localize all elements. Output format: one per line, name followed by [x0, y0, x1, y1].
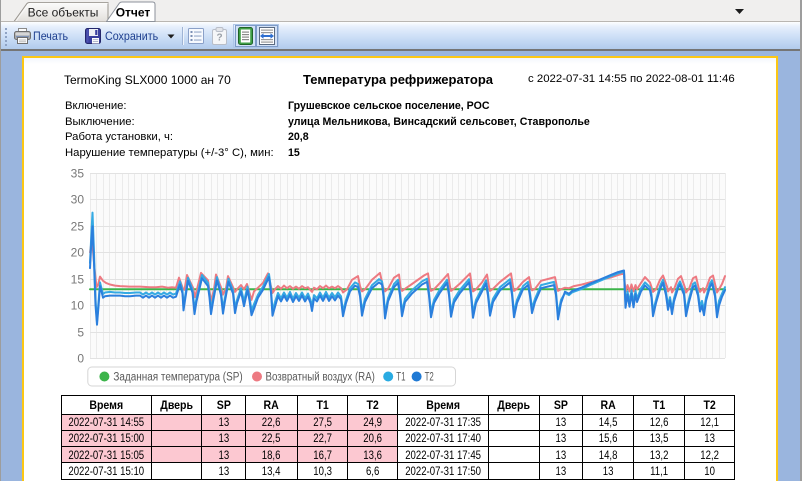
svg-text:T2: T2 [425, 372, 434, 384]
svg-text:T1: T1 [396, 372, 405, 384]
svg-text:Заданная температура (SP): Заданная температура (SP) [113, 372, 242, 384]
svg-text:15: 15 [71, 273, 85, 287]
svg-text:0: 0 [77, 352, 84, 366]
svg-text:30: 30 [71, 193, 85, 207]
svg-text:5: 5 [77, 326, 84, 340]
svg-text:20: 20 [71, 246, 85, 260]
svg-text:25: 25 [71, 220, 85, 234]
svg-text:10: 10 [71, 299, 85, 313]
svg-text:Возвратный воздух (RA): Возвратный воздух (RA) [266, 372, 376, 384]
svg-text:35: 35 [71, 167, 85, 181]
